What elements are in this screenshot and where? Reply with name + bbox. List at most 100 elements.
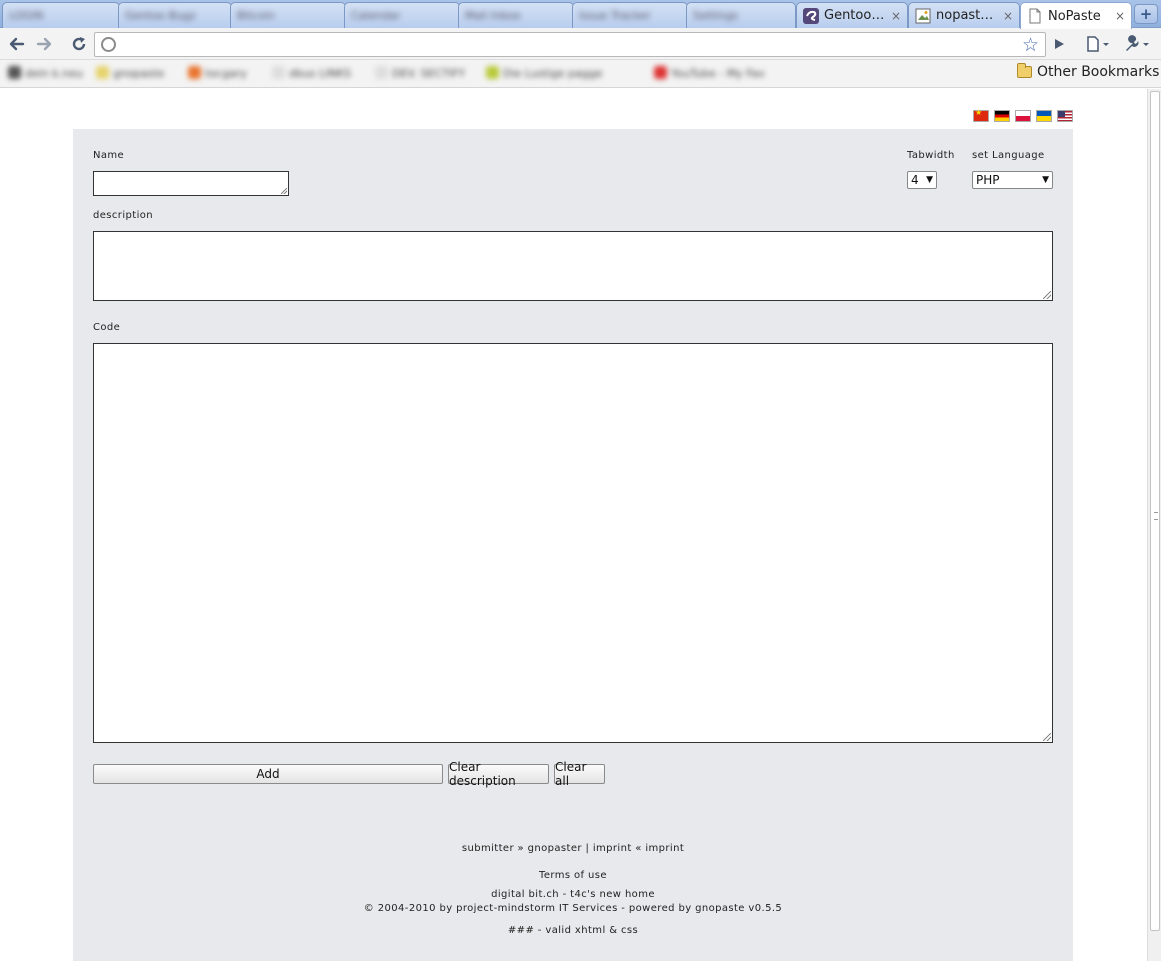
clear-all-button[interactable]: Clear all (554, 760, 605, 788)
footer-links[interactable]: submitter » gnopaster | imprint « imprin… (73, 843, 1073, 854)
plus-icon: + (1139, 5, 1153, 23)
tab-7[interactable]: Settings (686, 2, 796, 28)
forward-button[interactable] (33, 33, 55, 55)
other-bookmarks-button[interactable]: Other Bookmarks (1017, 63, 1160, 80)
page-menu-button[interactable] (1084, 33, 1112, 55)
page-menu-icon (1087, 36, 1109, 52)
tab-nopaste-active[interactable]: NoPaste × (1020, 2, 1132, 29)
bookmark-item[interactable]: DEV. SECTIFY (375, 66, 465, 82)
forward-arrow-icon (36, 37, 52, 51)
tab-5[interactable]: Mail Inbox (458, 2, 574, 28)
page-icon (1027, 8, 1043, 24)
bookmark-item[interactable]: dein k.neu (8, 66, 83, 82)
tabwidth-label: Tabwidth (907, 150, 955, 161)
bookmark-label: YouTube - My Fav (671, 67, 765, 80)
bookmark-item[interactable]: tocgary (188, 66, 247, 82)
browser-toolbar: ☆ (0, 28, 1161, 60)
language-value: PHP (976, 173, 1000, 187)
language-label: set Language (972, 150, 1045, 161)
gentoo-favicon-icon (803, 7, 819, 24)
back-button[interactable] (6, 33, 28, 55)
other-bookmarks-label: Other Bookmarks (1037, 64, 1160, 80)
scrollbar-thumb[interactable] (1150, 91, 1160, 931)
tab-gentoo-title: Gentoo … (824, 8, 887, 23)
bookmark-label: tocgary (205, 67, 247, 80)
clear-description-button[interactable]: Clear description (448, 760, 549, 788)
footer-hosting-note: digital bit.ch - t4c's new home (491, 889, 655, 900)
tab-nopaste-active-title: NoPaste (1048, 8, 1101, 24)
china-flag-icon[interactable] (973, 108, 989, 122)
globe-icon (101, 37, 116, 52)
tab-6[interactable]: Issue Tracker (572, 2, 688, 28)
close-tab-icon[interactable]: × (1003, 9, 1013, 23)
new-tab-button[interactable]: + (1134, 4, 1158, 24)
play-button[interactable] (1048, 33, 1070, 55)
tab-4[interactable]: Calendar (344, 2, 460, 28)
tabwidth-value: 4 (911, 173, 919, 187)
tab-gentoo[interactable]: Gentoo … × (796, 2, 908, 28)
clear-all-label: Clear all (555, 760, 587, 788)
tab-1[interactable]: LOGIN (2, 2, 120, 28)
tab-6-label: Issue Tracker (579, 9, 651, 22)
tab-5-label: Mail Inbox (465, 9, 521, 22)
tab-2[interactable]: Gentoo Bugz (118, 2, 232, 28)
play-icon (1055, 39, 1064, 49)
paste-form-panel: Name Tabwidth 4 ▼ set Language PHP ▼ descr… (73, 129, 1073, 961)
close-tab-icon[interactable]: × (891, 9, 901, 23)
resize-grip-icon[interactable] (1043, 291, 1051, 299)
footer-copyright: © 2004-2010 by project-mindstorm IT Serv… (363, 903, 783, 914)
tab-nopaste-image-title: nopaste… (936, 8, 999, 23)
description-label: description (93, 210, 154, 221)
scroll-grip-icon (1154, 512, 1158, 520)
wrench-icon (1126, 35, 1149, 51)
page-viewport: Name Tabwidth 4▼ set Language PHP▼ descr… (0, 89, 1147, 961)
add-button[interactable]: Add (93, 764, 443, 784)
bookmark-star-icon[interactable]: ☆ (1022, 34, 1039, 56)
reload-icon (72, 37, 86, 51)
bookmark-label: Die Lustige pagge (503, 67, 603, 80)
page-scrollbar[interactable] (1147, 89, 1161, 961)
tabwidth-select[interactable]: 4 ▼ (907, 171, 937, 189)
ukraine-flag-icon[interactable] (1036, 110, 1052, 122)
language-flags (973, 108, 1073, 122)
footer-validation: ### - valid xhtml & css (507, 925, 639, 936)
language-select[interactable]: PHP ▼ (972, 171, 1053, 189)
code-textarea[interactable] (93, 343, 1053, 743)
tab-4-label: Calendar (351, 9, 401, 22)
close-tab-icon[interactable]: × (1115, 9, 1125, 23)
usa-flag-icon[interactable] (1057, 110, 1073, 122)
clear-description-label: Clear description (449, 760, 516, 788)
tab-3-label: Bitcoin (237, 9, 275, 22)
wrench-menu-button[interactable] (1122, 33, 1152, 55)
germany-flag-icon[interactable] (994, 110, 1010, 122)
back-arrow-icon (9, 37, 25, 51)
bookmark-label: gnopaste (113, 67, 165, 80)
bookmark-label: DEV. SECTIFY (392, 67, 466, 80)
reload-button[interactable] (68, 33, 90, 55)
poland-flag-icon[interactable] (1015, 110, 1031, 122)
code-label: Code (93, 322, 121, 333)
tab-3[interactable]: Bitcoin (230, 2, 346, 28)
name-label: Name (93, 150, 125, 161)
bookmark-item[interactable]: Die Lustige pagge (486, 66, 603, 82)
bookmark-item[interactable]: YouTube - My Fav (654, 66, 765, 82)
bookmark-label: dein k.neu (25, 67, 83, 80)
add-button-label: Add (256, 767, 280, 781)
tab-nopaste-image[interactable]: nopaste… × (908, 2, 1020, 28)
resize-grip-icon[interactable] (1043, 733, 1051, 741)
bookmark-label: dbus LINKS (289, 67, 351, 80)
dropdown-arrow-icon: ▼ (926, 175, 933, 185)
address-bar[interactable]: ☆ (94, 32, 1046, 57)
description-textarea[interactable] (93, 231, 1053, 301)
bookmark-item[interactable]: gnopaste (96, 66, 164, 82)
dropdown-arrow-icon: ▼ (1042, 175, 1049, 185)
bookmark-item[interactable]: dbus LINKS (272, 66, 351, 82)
terms-of-use-link[interactable]: Terms of use (73, 870, 1073, 881)
tab-2-label: Gentoo Bugz (125, 9, 196, 22)
folder-icon (1017, 63, 1032, 78)
bookmarks-bar: dein k.neu gnopaste tocgary dbus LINKS D… (0, 60, 1161, 88)
name-input[interactable] (93, 171, 289, 196)
tab-7-label: Settings (693, 9, 739, 22)
tab-1-label: LOGIN (9, 9, 44, 22)
tab-strip: LOGIN Gentoo Bugz Bitcoin Calendar Mail … (0, 0, 1161, 29)
